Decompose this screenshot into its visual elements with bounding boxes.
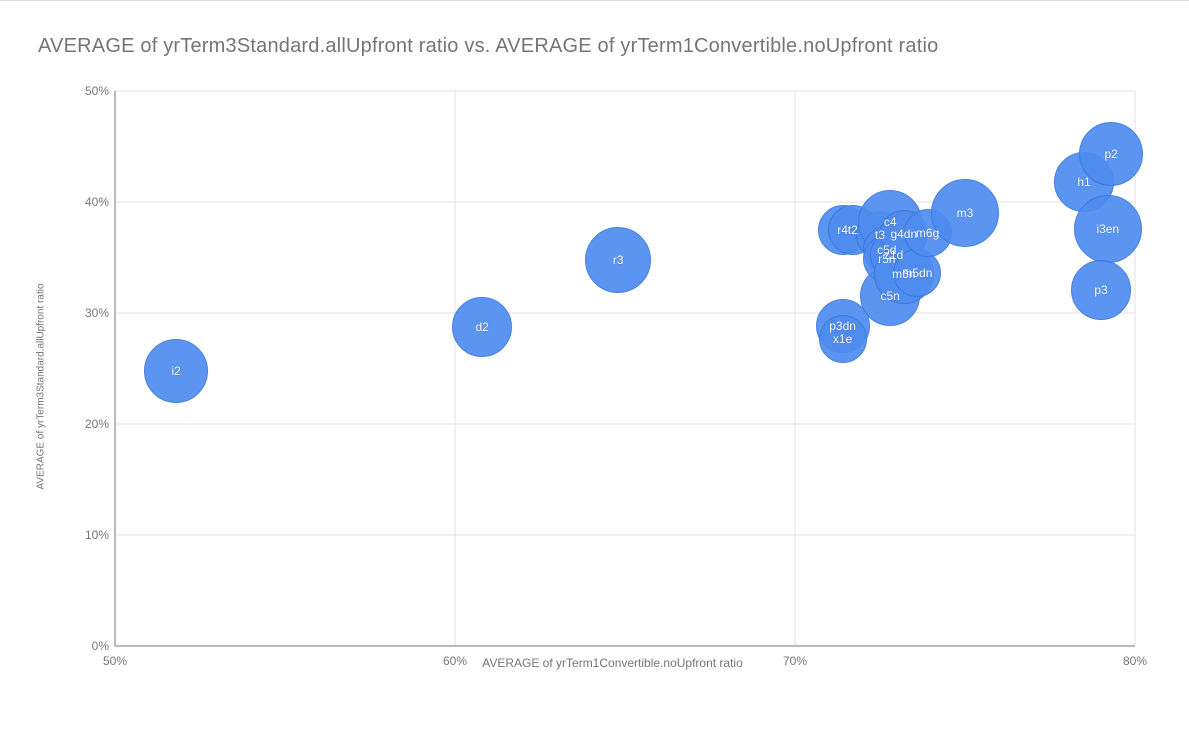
bubble-i3en[interactable]	[1074, 195, 1142, 263]
x-tick: 70%	[783, 654, 807, 668]
y-tick: 10%	[81, 528, 109, 542]
x-tick: 50%	[103, 654, 127, 668]
chart-frame: AVERAGE of yrTerm3Standard.allUpfront ra…	[0, 0, 1189, 736]
bubble-p3[interactable]	[1071, 260, 1131, 320]
bubble-m3[interactable]	[931, 179, 999, 247]
x-axis-label: AVERAGE of yrTerm1Convertible.noUpfront …	[482, 656, 743, 670]
x-tick: 80%	[1123, 654, 1147, 668]
plot-area: AVERAGE of yrTerm3Standard.allUpfront ra…	[85, 86, 1140, 676]
chart-title: AVERAGE of yrTerm3Standard.allUpfront ra…	[38, 35, 938, 58]
y-axis-label: AVERAGE of yrTerm3Standard.allUpfront ra…	[36, 283, 47, 489]
grid-svg	[85, 86, 1140, 676]
y-tick: 40%	[81, 195, 109, 209]
bubble-i2[interactable]	[144, 339, 208, 403]
y-tick: 50%	[81, 84, 109, 98]
x-tick: 60%	[443, 654, 467, 668]
y-tick: 0%	[81, 639, 109, 653]
bubble-x1e[interactable]	[819, 315, 867, 363]
y-tick: 20%	[81, 417, 109, 431]
bubble-d2[interactable]	[452, 297, 512, 357]
bubble-r3[interactable]	[585, 227, 651, 293]
y-tick: 30%	[81, 306, 109, 320]
bubble-p2[interactable]	[1079, 122, 1143, 186]
bubble-m5dn[interactable]	[893, 249, 941, 297]
